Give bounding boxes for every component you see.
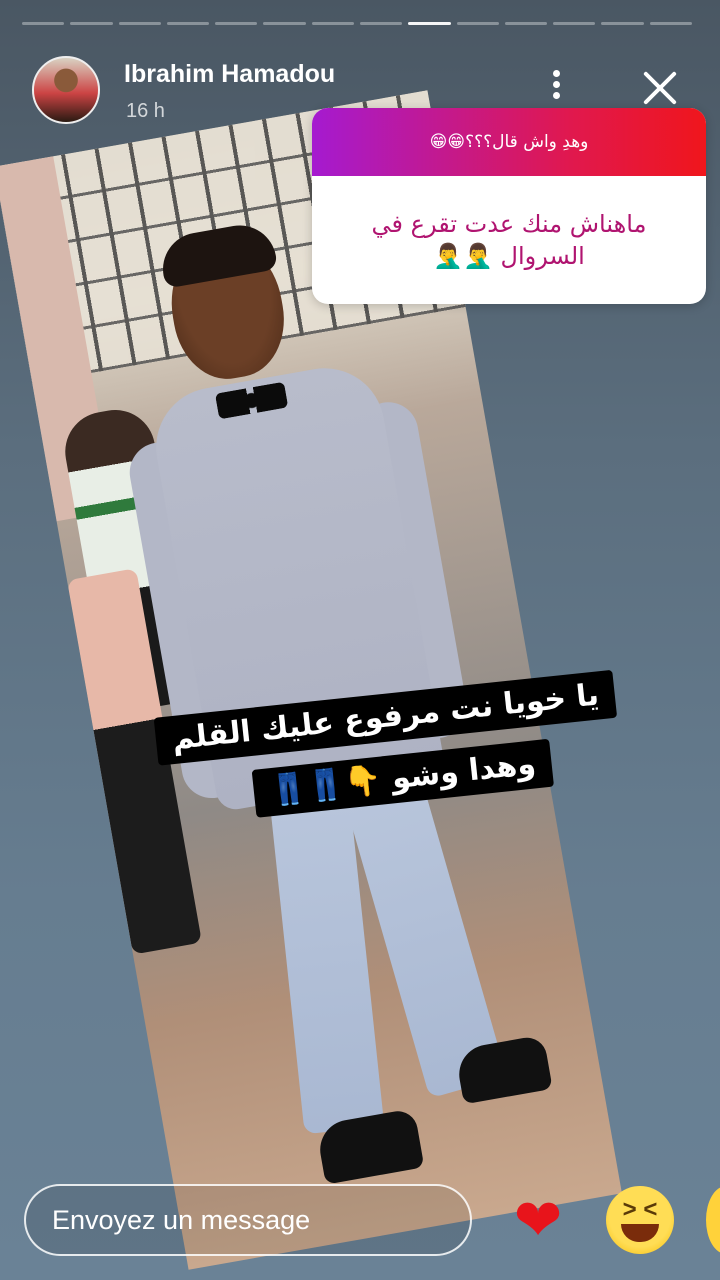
progress-segment <box>359 22 403 25</box>
progress-segment <box>408 22 451 25</box>
progress-segment <box>649 22 692 25</box>
progress-segment <box>22 22 65 25</box>
progress-segment <box>215 22 258 25</box>
question-sticker-answer: ماهناش منك عدت تقرع في السروال 🤦‍♂️🤦‍♂️ <box>371 209 647 270</box>
close-icon[interactable] <box>642 70 678 106</box>
message-bar[interactable] <box>24 1184 472 1256</box>
heart-icon[interactable]: ❤ <box>504 1186 572 1254</box>
avatar[interactable] <box>32 56 100 124</box>
more-options-icon[interactable] <box>548 70 564 106</box>
progress-segment <box>504 22 548 25</box>
message-input[interactable] <box>26 1186 470 1254</box>
progress-segment <box>166 22 210 25</box>
laughing-face-icon[interactable] <box>606 1176 674 1254</box>
progress-segment <box>601 22 644 25</box>
progress-segment <box>553 22 596 25</box>
story-progress-bar <box>22 22 692 26</box>
progress-segment <box>70 22 113 25</box>
progress-segment <box>456 22 499 25</box>
question-sticker-question: وهدِ واش قال؟؟؟😁😁 <box>312 108 706 176</box>
question-sticker[interactable]: وهدِ واش قال؟؟؟😁😁 ماهناش منك عدت تقرع في… <box>312 108 706 304</box>
progress-segment <box>263 22 306 25</box>
story-timestamp: 16 h <box>126 100 165 122</box>
username[interactable]: Ibrahim Hamadou <box>124 60 335 89</box>
progress-segment <box>118 22 161 25</box>
progress-segment <box>311 22 354 25</box>
smiling-face-icon[interactable] <box>706 1186 720 1254</box>
